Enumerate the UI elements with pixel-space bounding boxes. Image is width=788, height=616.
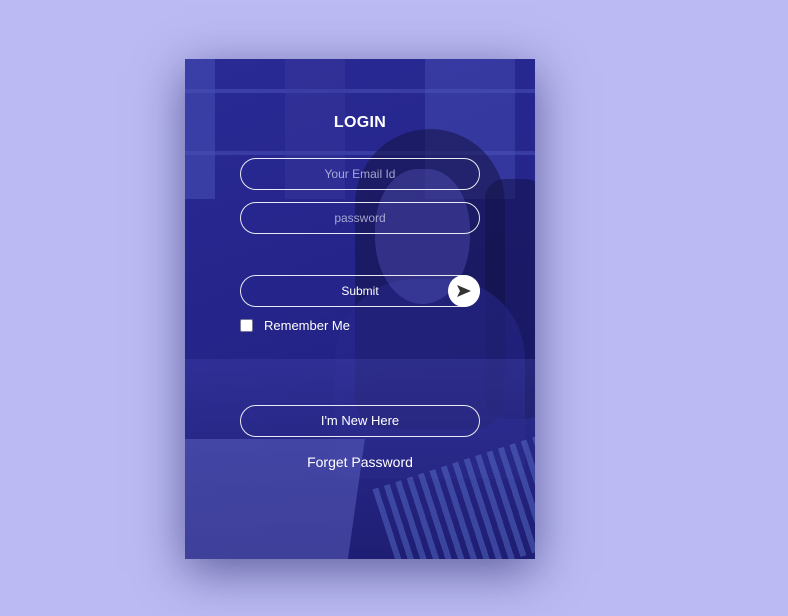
login-title: LOGIN <box>333 114 387 131</box>
remember-me-label: Remember Me <box>264 318 350 333</box>
login-card: LOGIN Submit Remember Me I'm New Here Fo… <box>185 59 535 559</box>
remember-me[interactable]: Remember Me <box>240 318 350 333</box>
send-arrow-icon[interactable] <box>448 275 480 307</box>
background-photo <box>185 59 535 559</box>
forget-password-link[interactable]: Forget Password <box>185 454 535 470</box>
password-field[interactable] <box>240 202 480 234</box>
new-here-button[interactable]: I'm New Here <box>240 405 480 437</box>
email-field[interactable] <box>240 158 480 190</box>
remember-me-checkbox[interactable] <box>240 319 253 332</box>
submit-label: Submit <box>341 284 379 298</box>
submit-button[interactable]: Submit <box>240 275 480 307</box>
